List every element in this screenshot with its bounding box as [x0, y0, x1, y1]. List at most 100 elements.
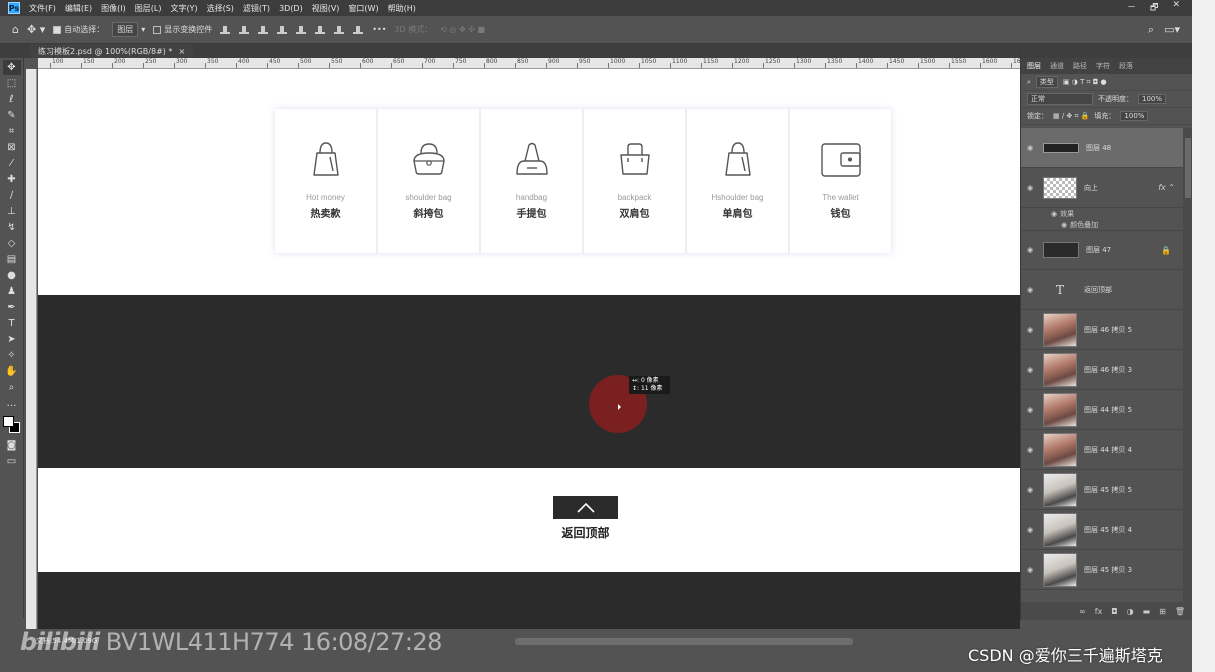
fx-icon[interactable]: fx ⌃: [1158, 183, 1175, 192]
filter-type-icons[interactable]: ▣ ◑ T ⌗ ◘ ●: [1063, 78, 1107, 87]
effect-eye-icon[interactable]: ◉: [1051, 210, 1057, 218]
menu-file[interactable]: 文件(F): [29, 3, 56, 14]
folder-icon[interactable]: ▬: [1143, 607, 1151, 616]
eraser-tool-icon[interactable]: ◇: [3, 236, 21, 251]
document-tab[interactable]: 练习模板2.psd @ 100%(RGB/8#) * ×: [30, 44, 194, 58]
lock-icons[interactable]: ▦ ∕ ✥ ⌗ 🔒: [1053, 112, 1089, 121]
workspace-icon[interactable]: ▭▾: [1164, 23, 1180, 37]
menu-window[interactable]: 窗口(W): [348, 3, 378, 14]
restore-button[interactable]: 🗗: [1150, 0, 1158, 16]
adjustment-icon[interactable]: ◑: [1127, 607, 1134, 616]
layer-row[interactable]: ◉ 图层 45 拷贝 4: [1021, 510, 1183, 550]
layer-row[interactable]: ◉ 图层 45 拷贝 3: [1021, 550, 1183, 590]
minimize-button[interactable]: －: [1127, 0, 1136, 16]
dodge-tool-icon[interactable]: ♟: [3, 284, 21, 299]
layer-row[interactable]: ◉ 图层 44 拷贝 4: [1021, 430, 1183, 470]
back-to-top-button[interactable]: [553, 496, 618, 519]
menu-filter[interactable]: 滤镜(T): [243, 3, 270, 14]
visibility-eye-icon[interactable]: ◉: [1027, 446, 1036, 454]
visibility-eye-icon[interactable]: ◉: [1027, 144, 1036, 152]
layer-row[interactable]: ◉ 图层 45 拷贝 5: [1021, 470, 1183, 510]
layer-row[interactable]: ◉ 图层 46 拷贝 3: [1021, 350, 1183, 390]
show-transform-option[interactable]: 显示变换控件: [153, 24, 212, 35]
menu-3d[interactable]: 3D(D): [279, 4, 303, 13]
crop-tool-icon[interactable]: ⌗: [3, 124, 21, 139]
menu-help[interactable]: 帮助(H): [388, 3, 416, 14]
layer-row[interactable]: ◉ 图层 47 🔒: [1021, 230, 1183, 270]
home-icon[interactable]: ⌂: [12, 23, 19, 36]
screen-mode-icon[interactable]: ▭: [3, 454, 21, 469]
auto-select-target-select[interactable]: 图层 ▾: [112, 22, 145, 37]
menu-type[interactable]: 文字(Y): [170, 3, 197, 14]
visibility-eye-icon[interactable]: ◉: [1027, 566, 1036, 574]
layer-effects-row[interactable]: ◉ 效果: [1021, 208, 1183, 219]
path-select-tool-icon[interactable]: ➤: [3, 332, 21, 347]
healing-tool-icon[interactable]: ✚: [3, 172, 21, 187]
gradient-tool-icon[interactable]: ▤: [3, 252, 21, 267]
tab-layers[interactable]: 图层: [1027, 61, 1041, 71]
visibility-eye-icon[interactable]: ◉: [1027, 286, 1036, 294]
visibility-eye-icon[interactable]: ◉: [1027, 486, 1036, 494]
visibility-eye-icon[interactable]: ◉: [1027, 184, 1036, 192]
effect-eye-icon[interactable]: ◉: [1061, 221, 1067, 229]
category-card-shoulder[interactable]: shoulder bag 斜挎包: [378, 109, 479, 253]
layers-scrollbar-thumb[interactable]: [1185, 138, 1191, 198]
move-tool-icon[interactable]: ✥ ▾: [27, 23, 45, 36]
category-card-handbag[interactable]: handbag 手提包: [481, 109, 582, 253]
tab-channels[interactable]: 通道: [1050, 61, 1064, 71]
category-card-backpack[interactable]: backpack 双肩包: [584, 109, 685, 253]
menu-image[interactable]: 图像(I): [101, 3, 126, 14]
layer-filter-select[interactable]: 类型: [1035, 76, 1058, 88]
marquee-tool-icon[interactable]: ⬚: [3, 76, 21, 91]
visibility-eye-icon[interactable]: ◉: [1027, 406, 1036, 414]
distribute-icon[interactable]: [277, 25, 288, 34]
visibility-eye-icon[interactable]: ◉: [1027, 326, 1036, 334]
horizontal-scrollbar[interactable]: [515, 638, 853, 645]
blend-mode-select[interactable]: 正常: [1027, 93, 1093, 105]
layer-row[interactable]: ◉ T 返回顶部: [1021, 270, 1183, 310]
menu-edit[interactable]: 编辑(E): [65, 3, 92, 14]
menu-layer[interactable]: 图层(L): [135, 3, 162, 14]
tab-character[interactable]: 字符: [1096, 61, 1110, 71]
layer-row[interactable]: ◉ 向上 fx ⌃: [1021, 168, 1183, 208]
mask-icon[interactable]: ◘: [1111, 607, 1117, 616]
visibility-eye-icon[interactable]: ◉: [1027, 246, 1036, 254]
more-options-button[interactable]: •••: [372, 25, 386, 34]
fx-icon[interactable]: fx: [1095, 607, 1103, 616]
visibility-eye-icon[interactable]: ◉: [1027, 526, 1036, 534]
quick-mask-icon[interactable]: ◙: [3, 438, 21, 453]
align-middle-icon[interactable]: [315, 25, 326, 34]
quick-select-tool-icon[interactable]: ✎: [3, 108, 21, 123]
history-brush-tool-icon[interactable]: ↯: [3, 220, 21, 235]
zoom-tool-icon[interactable]: ⌕: [3, 380, 21, 395]
new-layer-icon[interactable]: ⊞: [1159, 607, 1166, 616]
category-card-wallet[interactable]: The wallet 钱包: [790, 109, 891, 253]
tab-paths[interactable]: 路径: [1073, 61, 1087, 71]
auto-select-option[interactable]: 自动选择：: [53, 24, 104, 35]
pen-tool-icon[interactable]: ✒: [3, 300, 21, 315]
menu-select[interactable]: 选择(S): [207, 3, 234, 14]
align-left-icon[interactable]: [220, 25, 231, 34]
trash-icon[interactable]: 🗑: [1175, 607, 1185, 616]
align-right-icon[interactable]: [258, 25, 269, 34]
menu-view[interactable]: 视图(V): [312, 3, 340, 14]
stamp-tool-icon[interactable]: ⊥: [3, 204, 21, 219]
category-card-hot[interactable]: Hot money 热卖款: [275, 109, 376, 253]
auto-select-checkbox[interactable]: [53, 25, 62, 34]
color-swatches[interactable]: [2, 416, 21, 434]
shape-tool-icon[interactable]: ✧: [3, 348, 21, 363]
align-center-icon[interactable]: [239, 25, 250, 34]
eyedropper-tool-icon[interactable]: ⁄: [3, 156, 21, 171]
brush-tool-icon[interactable]: ∕: [3, 188, 21, 203]
type-tool-icon[interactable]: T: [3, 316, 21, 331]
hand-tool-icon[interactable]: ✋: [3, 364, 21, 379]
layer-row[interactable]: ◉ 图层 46 拷贝 5: [1021, 310, 1183, 350]
align-bottom-icon[interactable]: [334, 25, 345, 34]
search-icon[interactable]: ⌕: [1148, 23, 1154, 37]
fill-field[interactable]: 100%: [1120, 111, 1149, 121]
document-canvas[interactable]: Hot money 热卖款 shoulder bag 斜挎包 handbag 手…: [38, 69, 1020, 629]
category-card-single-shoulder[interactable]: Hshoulder bag 单肩包: [687, 109, 788, 253]
close-button[interactable]: ✕: [1172, 0, 1180, 16]
document-tab-close[interactable]: ×: [178, 47, 185, 56]
frame-tool-icon[interactable]: ⊠: [3, 140, 21, 155]
